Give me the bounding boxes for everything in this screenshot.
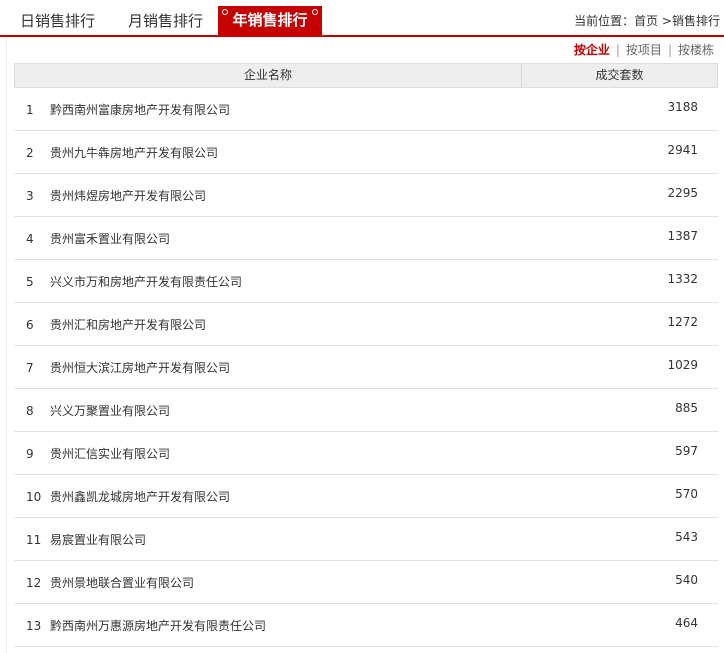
sort-by-building[interactable]: 按楼栋 — [678, 43, 714, 57]
row-deal-count: 885 — [675, 401, 698, 415]
table-row: 9 贵州汇信实业有限公司 597 — [14, 432, 718, 475]
row-deal-count: 3188 — [667, 100, 698, 114]
row-deal-count: 1332 — [667, 272, 698, 286]
row-deal-count: 1029 — [667, 358, 698, 372]
row-rank: 10 — [26, 490, 42, 504]
breadcrumb-home-link[interactable]: 首页 — [634, 14, 658, 28]
row-rank: 1 — [26, 103, 34, 117]
breadcrumb-prefix: 当前位置： — [574, 14, 635, 28]
row-deal-count: 2941 — [667, 143, 698, 157]
row-rank: 6 — [26, 318, 34, 332]
table-row: 11 易宸置业有限公司 543 — [14, 518, 718, 561]
sales-ranking-page: 日销售排行 月销售排行 年销售排行 当前位置：首页 >销售排行 按企业 | 按项目 |… — [0, 0, 724, 653]
row-rank: 9 — [26, 447, 34, 461]
row-company-name[interactable]: 贵州景地联合置业有限公司 — [50, 575, 194, 591]
tab-monthly-ranking[interactable]: 月销售排行 — [128, 8, 203, 35]
left-border-line — [6, 37, 7, 653]
row-company-name[interactable]: 贵州鑫凯龙城房地产开发有限公司 — [50, 489, 230, 505]
sort-by-project[interactable]: 按项目 — [626, 43, 662, 57]
row-rank: 4 — [26, 232, 34, 246]
sort-by-company[interactable]: 按企业 — [574, 43, 610, 57]
table-row: 13 黔西南州万惠源房地产开发有限责任公司 464 — [14, 604, 718, 647]
sort-separator: | — [615, 43, 620, 57]
ranking-tab-bar: 日销售排行 月销售排行 年销售排行 当前位置：首页 >销售排行 — [0, 0, 724, 37]
table-row: 4 贵州富禾置业有限公司 1387 — [14, 217, 718, 260]
row-deal-count: 570 — [675, 487, 698, 501]
row-deal-count: 464 — [675, 616, 698, 630]
row-deal-count: 597 — [675, 444, 698, 458]
row-company-name[interactable]: 贵州恒大滨江房地产开发有限公司 — [50, 360, 230, 376]
column-header-deal-count: 成交套数 — [595, 68, 644, 82]
row-deal-count: 543 — [675, 530, 698, 544]
table-row: 12 贵州景地联合置业有限公司 540 — [14, 561, 718, 604]
row-company-name[interactable]: 易宸置业有限公司 — [50, 532, 146, 548]
row-company-name[interactable]: 黔西南州万惠源房地产开发有限责任公司 — [50, 618, 266, 634]
row-company-name[interactable]: 贵州九牛犇房地产开发有限公司 — [50, 145, 218, 161]
row-company-name[interactable]: 贵州炜煜房地产开发有限公司 — [50, 188, 206, 204]
table-row: 7 贵州恒大滨江房地产开发有限公司 1029 — [14, 346, 718, 389]
row-rank: 5 — [26, 275, 34, 289]
breadcrumb-current[interactable]: 销售排行 — [672, 14, 720, 28]
column-header-company-name: 企业名称 — [243, 68, 292, 82]
sort-switcher: 按企业 | 按项目 | 按楼栋 — [574, 42, 714, 58]
tab-yearly-ranking[interactable]: 年销售排行 — [218, 6, 322, 35]
row-deal-count: 540 — [675, 573, 698, 587]
table-row: 6 贵州汇和房地产开发有限公司 1272 — [14, 303, 718, 346]
table-header: 企业名称 成交套数 — [14, 63, 718, 88]
row-rank: 2 — [26, 146, 34, 160]
row-rank: 7 — [26, 361, 34, 375]
row-rank: 13 — [26, 619, 42, 633]
table-row: 8 兴义万聚置业有限公司 885 — [14, 389, 718, 432]
row-company-name[interactable]: 贵州汇信实业有限公司 — [50, 446, 170, 462]
row-company-name[interactable]: 贵州汇和房地产开发有限公司 — [50, 317, 206, 333]
table-row: 5 兴义市万和房地产开发有限责任公司 1332 — [14, 260, 718, 303]
tab-daily-ranking[interactable]: 日销售排行 — [20, 8, 95, 35]
row-rank: 11 — [26, 533, 42, 547]
breadcrumb: 当前位置：首页 >销售排行 — [574, 12, 720, 30]
row-rank: 3 — [26, 189, 34, 203]
row-company-name[interactable]: 兴义市万和房地产开发有限责任公司 — [50, 274, 242, 290]
table-row: 10 贵州鑫凯龙城房地产开发有限公司 570 — [14, 475, 718, 518]
sort-separator: | — [667, 43, 672, 57]
row-deal-count: 1387 — [667, 229, 698, 243]
row-company-name[interactable]: 贵州富禾置业有限公司 — [50, 231, 170, 247]
row-deal-count: 2295 — [667, 186, 698, 200]
table-row: 2 贵州九牛犇房地产开发有限公司 2941 — [14, 131, 718, 174]
row-rank: 8 — [26, 404, 34, 418]
row-company-name[interactable]: 兴义万聚置业有限公司 — [50, 403, 170, 419]
table-body: 1 黔西南州富康房地产开发有限公司 3188 2 贵州九牛犇房地产开发有限公司 2941 3… — [14, 88, 718, 647]
row-company-name[interactable]: 黔西南州富康房地产开发有限公司 — [50, 102, 230, 118]
table-row: 3 贵州炜煜房地产开发有限公司 2295 — [14, 174, 718, 217]
ranking-table: 企业名称 成交套数 1 黔西南州富康房地产开发有限公司 3188 2 贵州九牛犇房地产开… — [14, 63, 718, 647]
table-row: 1 黔西南州富康房地产开发有限公司 3188 — [14, 88, 718, 131]
breadcrumb-arrow: > — [658, 14, 672, 28]
row-deal-count: 1272 — [667, 315, 698, 329]
row-rank: 12 — [26, 576, 42, 590]
